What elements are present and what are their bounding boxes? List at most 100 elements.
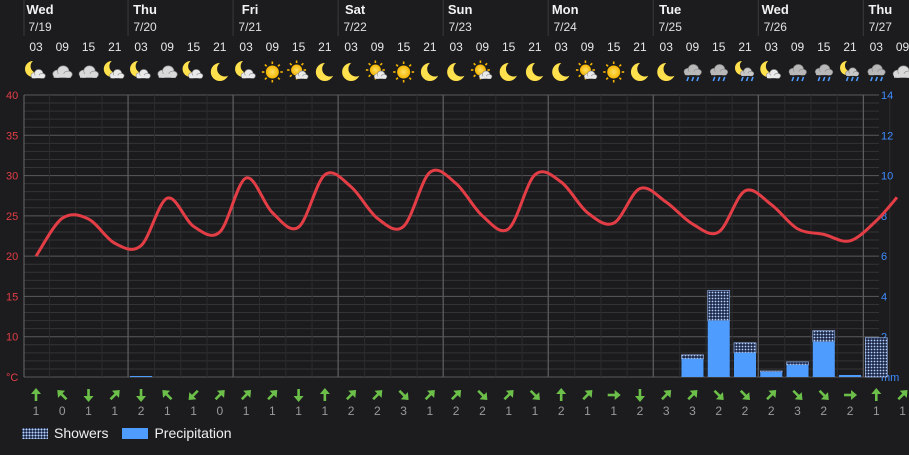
showers-icon [814, 64, 834, 82]
wind-speed-label: 2 [374, 404, 381, 418]
moon-showers-icon [734, 59, 755, 82]
hour-label: 03 [449, 40, 463, 54]
wind-arrow-icon [136, 389, 147, 402]
wind-speed-label: 2 [742, 404, 749, 418]
y-left-tick-label: 35 [6, 130, 18, 142]
hour-label: 03 [555, 40, 569, 54]
moon-icon [499, 61, 522, 81]
wind-arrow-icon [267, 390, 278, 401]
day-date: 7/20 [133, 20, 157, 34]
y-right-tick-label: 14 [881, 90, 893, 102]
y-left-tick-label: 15 [6, 291, 18, 303]
wind-speed-label: 3 [663, 404, 670, 418]
wind-speed-label: 1 [532, 404, 539, 418]
legend-showers: Showers [22, 425, 108, 441]
wind-speed-label: 3 [794, 404, 801, 418]
hour-label: 15 [817, 40, 831, 54]
y-left-tick-label: 40 [6, 90, 18, 102]
hour-label: 21 [738, 40, 752, 54]
wind-speed-label: 2 [558, 404, 565, 418]
hour-label: 09 [476, 40, 490, 54]
sun-cloud-icon [365, 60, 388, 80]
wind-speed-label: 2 [453, 404, 460, 418]
wind-arrow-icon [372, 390, 383, 401]
hour-label: 15 [82, 40, 96, 54]
wind-arrow-icon [529, 389, 540, 400]
day-name: Sat [345, 2, 366, 17]
wind-speed-label: 2 [348, 404, 355, 418]
hour-label: 21 [423, 40, 437, 54]
hour-label: 09 [56, 40, 70, 54]
chart-legend: Showers Precipitation [22, 424, 232, 442]
moon-icon [315, 61, 338, 81]
wind-arrow-icon [687, 390, 698, 401]
wind-arrow-icon [818, 389, 829, 400]
hour-label: 21 [318, 40, 332, 54]
wind-speed-label: 1 [243, 404, 250, 418]
precipitation-bar [130, 375, 153, 377]
moon-cloud-icon [182, 59, 204, 79]
sun-cloud-icon [575, 60, 598, 80]
wind-arrow-icon [162, 390, 173, 401]
moon-icon [342, 61, 364, 81]
wind-arrow-icon [844, 390, 858, 401]
wind-speed-label: 1 [111, 404, 118, 418]
hour-label: 03 [765, 40, 779, 54]
showers-bar [733, 342, 757, 354]
precipitation-bar [733, 352, 756, 377]
precipitation-bar [681, 358, 704, 377]
y-right-tick-label: 4 [881, 291, 887, 303]
moon-cloud-icon [103, 59, 125, 79]
hour-label: 03 [239, 40, 253, 54]
hour-label: 09 [581, 40, 595, 54]
cloudy-icon [78, 65, 99, 79]
precipitation-bar [812, 341, 835, 377]
moon-icon [525, 61, 548, 81]
legend-showers-swatch [22, 427, 48, 439]
wind-arrow-icon [607, 390, 621, 401]
wind-arrow-icon [661, 390, 672, 401]
y-left-tick-label: 30 [6, 171, 18, 183]
day-date: 7/21 [238, 20, 262, 34]
cloudy-icon [52, 65, 73, 79]
moon-icon [420, 61, 443, 81]
wind-speed-label: 0 [216, 404, 223, 418]
wind-speed-label: 1 [164, 404, 171, 418]
hour-label: 15 [187, 40, 201, 54]
wind-arrow-icon [582, 390, 593, 401]
wind-speed-label: 2 [820, 404, 827, 418]
legend-precipitation: Precipitation [122, 425, 232, 441]
wind-arrow-icon [766, 390, 777, 401]
hour-label: 09 [161, 40, 175, 54]
y-left-tick-label: 10 [6, 332, 18, 344]
wind-arrow-icon [57, 390, 68, 401]
legend-precipitation-swatch [122, 427, 149, 439]
wind-speed-label: 3 [689, 404, 696, 418]
hour-label: 21 [108, 40, 122, 54]
showers-bar [759, 370, 783, 373]
wind-arrow-icon [556, 388, 567, 401]
showers-icon [709, 64, 728, 82]
day-date: 7/22 [343, 20, 367, 34]
moon-icon [630, 61, 653, 81]
wind-arrow-icon [503, 390, 514, 401]
hour-label: 03 [344, 40, 358, 54]
day-date: 7/24 [554, 20, 578, 34]
wind-arrow-icon [293, 389, 304, 402]
moon-icon [552, 61, 574, 81]
legend-showers-label: Showers [54, 425, 109, 441]
wind-arrow-icon [214, 390, 225, 401]
day-date: 7/27 [869, 20, 893, 34]
wind-speed-label: 1 [873, 404, 880, 418]
wind-speed-label: 2 [479, 404, 486, 418]
showers-bar [786, 361, 809, 366]
y-right-tick-label: 10 [881, 171, 893, 183]
moon-icon [447, 61, 469, 81]
cloudy-icon [892, 65, 909, 78]
hour-label: 03 [134, 40, 148, 54]
day-date: 7/23 [448, 20, 472, 34]
day-name: Sun [448, 2, 473, 17]
showers-icon [867, 64, 886, 82]
day-name: Fri [242, 2, 259, 17]
showers-bar [707, 290, 731, 321]
